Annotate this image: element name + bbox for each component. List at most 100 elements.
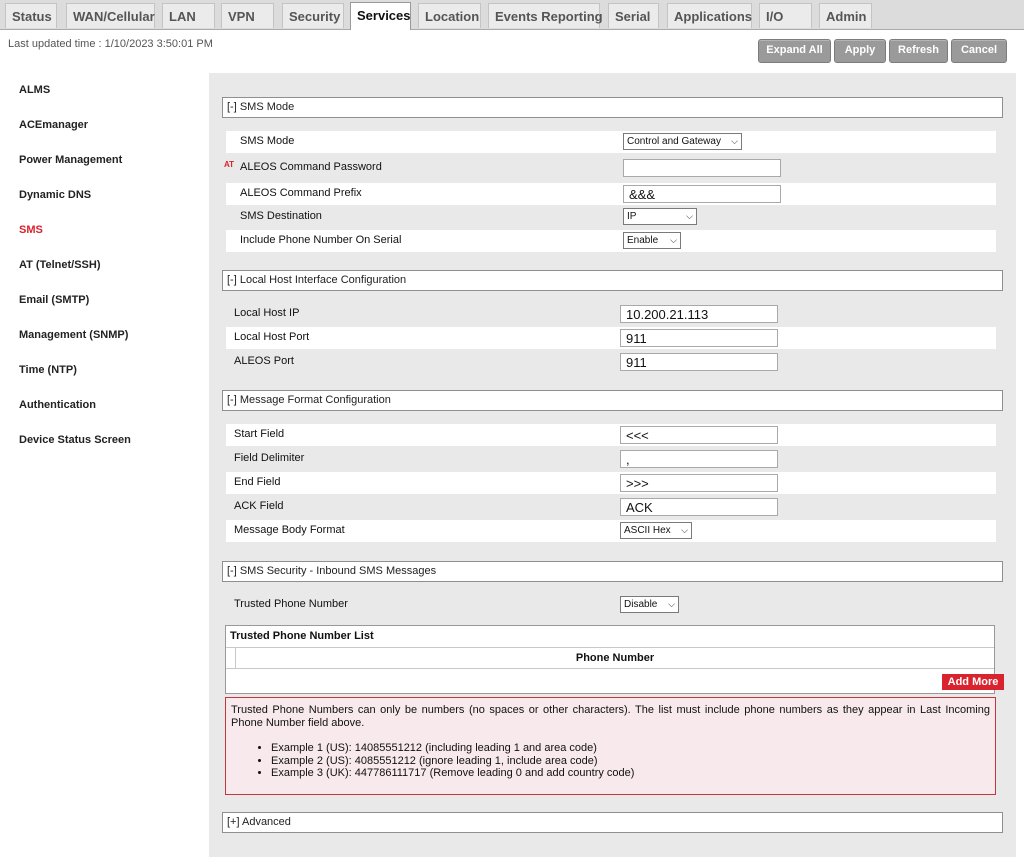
local-host-port-input[interactable] [620,329,778,347]
include-phone-number-select-value: Enable [627,235,659,246]
ack-field-label: ACK Field [234,500,284,512]
sidebar-item-management-snmp[interactable]: Management (SNMP) [9,318,209,353]
aleos-command-prefix-label: ALEOS Command Prefix [240,187,362,199]
aleos-command-password-label: ALEOS Command Password [240,161,382,173]
main-panel: [-] SMS Mode SMS Mode Control and Gatewa… [209,73,1016,857]
tab-wan-cellular[interactable]: WAN/Cellular [66,3,155,28]
tab-vpn[interactable]: VPN [221,3,274,28]
trusted-phone-number-list: Trusted Phone Number List Phone Number A… [225,625,1004,694]
tab-status[interactable]: Status [5,3,57,28]
trusted-phone-number-select-value: Disable [624,599,658,610]
sidebar: ALMS ACEmanager Power Management Dynamic… [9,73,209,458]
chevron-down-icon: ⌵ [670,235,677,245]
sidebar-item-at-telnet-ssh[interactable]: AT (Telnet/SSH) [9,248,209,283]
example-item: Example 3 (UK): 447786111717 (Remove lea… [271,767,990,780]
aleos-command-password-input[interactable] [623,159,781,177]
start-field-input[interactable] [620,426,778,444]
ack-field-input[interactable] [620,498,778,516]
top-nav-tabs: Status WAN/Cellular LAN VPN Security Ser… [0,0,1024,30]
local-host-ip-label: Local Host IP [234,307,300,319]
row-sms-mode: SMS Mode Control and Gateway ⌵ [226,131,996,153]
phone-number-column-header: Phone Number [575,652,655,664]
row-aleos-port: ALEOS Port [226,351,996,373]
chevron-down-icon: ⌵ [686,211,693,221]
row-trusted-phone-number: Trusted Phone Number Disable ⌵ [226,594,996,616]
section-header-sms-mode[interactable]: [-] SMS Mode [222,97,1003,118]
trusted-phone-number-select[interactable]: Disable ⌵ [620,596,679,613]
refresh-button[interactable]: Refresh [889,39,948,63]
field-delimiter-label: Field Delimiter [234,452,305,464]
sidebar-item-time-ntp[interactable]: Time (NTP) [9,353,209,388]
sms-mode-label: SMS Mode [240,135,295,147]
row-ack-field: ACK Field [226,496,996,518]
end-field-input[interactable] [620,474,778,492]
sidebar-item-power-management[interactable]: Power Management [9,143,209,178]
sms-destination-select-value: IP [627,211,637,222]
add-more-button[interactable]: Add More [942,674,1004,690]
sidebar-item-alms[interactable]: ALMS [9,73,209,108]
tab-events-reporting[interactable]: Events Reporting [488,3,603,28]
tab-services[interactable]: Services [350,2,411,30]
aleos-port-label: ALEOS Port [234,355,294,367]
tab-admin[interactable]: Admin [819,3,872,28]
row-sms-destination: SMS Destination IP ⌵ [226,206,996,228]
end-field-label: End Field [234,476,281,488]
trusted-list-title: Trusted Phone Number List [230,630,374,642]
sidebar-item-dynamic-dns[interactable]: Dynamic DNS [9,178,209,213]
tab-security[interactable]: Security [282,3,344,28]
sms-mode-select[interactable]: Control and Gateway ⌵ [623,133,742,150]
section-header-local-host[interactable]: [-] Local Host Interface Configuration [222,270,1003,291]
section-header-message-format[interactable]: [-] Message Format Configuration [222,390,1003,411]
tab-applications[interactable]: Applications [667,3,752,28]
local-host-ip-input[interactable] [620,305,778,323]
row-local-host-port: Local Host Port [226,327,996,349]
row-end-field: End Field [226,472,996,494]
sms-destination-select[interactable]: IP ⌵ [623,208,697,225]
trusted-list-select-column [226,648,236,668]
last-updated-time: Last updated time : 1/10/2023 3:50:01 PM [8,38,213,50]
sidebar-item-device-status-screen[interactable]: Device Status Screen [9,423,209,458]
tab-lan[interactable]: LAN [162,3,215,28]
message-body-format-select[interactable]: ASCII Hex ⌵ [620,522,692,539]
message-body-format-label: Message Body Format [234,524,345,536]
at-command-marker: AT [224,160,235,169]
expand-all-button[interactable]: Expand All [758,39,831,63]
sidebar-item-sms[interactable]: SMS [9,213,209,248]
trusted-numbers-info-note: Trusted Phone Numbers can only be number… [225,697,996,795]
tab-location[interactable]: Location [418,3,481,28]
sms-destination-label: SMS Destination [240,210,322,222]
apply-button[interactable]: Apply [834,39,886,63]
example-item: Example 2 (US): 4085551212 (ignore leadi… [271,755,990,768]
sidebar-item-email-smtp[interactable]: Email (SMTP) [9,283,209,318]
aleos-command-prefix-input[interactable] [623,185,781,203]
sidebar-item-authentication[interactable]: Authentication [9,388,209,423]
example-item: Example 1 (US): 14085551212 (including l… [271,742,990,755]
row-start-field: Start Field [226,424,996,446]
sidebar-item-acemanager[interactable]: ACEmanager [9,108,209,143]
include-phone-number-select[interactable]: Enable ⌵ [623,232,681,249]
sms-mode-select-value: Control and Gateway [627,136,721,147]
trusted-phone-number-label: Trusted Phone Number [234,598,348,610]
section-header-sms-security[interactable]: [-] SMS Security - Inbound SMS Messages [222,561,1003,582]
examples-list: Example 1 (US): 14085551212 (including l… [231,742,990,780]
message-body-format-select-value: ASCII Hex [624,525,671,536]
tab-io[interactable]: I/O [759,3,812,28]
info-note-text: Trusted Phone Numbers can only be number… [231,704,990,729]
row-aleos-command-prefix: ALEOS Command Prefix [226,183,996,205]
trusted-list-header-row: Phone Number [226,647,994,669]
chevron-down-icon: ⌵ [731,136,738,146]
local-host-port-label: Local Host Port [234,331,310,343]
include-phone-number-label: Include Phone Number On Serial [240,234,402,246]
row-message-body-format: Message Body Format ASCII Hex ⌵ [226,520,996,542]
aleos-port-input[interactable] [620,353,778,371]
start-field-label: Start Field [234,428,285,440]
cancel-button[interactable]: Cancel [951,39,1007,63]
chevron-down-icon: ⌵ [668,599,675,609]
row-field-delimiter: Field Delimiter [226,448,996,470]
field-delimiter-input[interactable] [620,450,778,468]
row-local-host-ip: Local Host IP [226,303,996,325]
section-header-advanced[interactable]: [+] Advanced [222,812,1003,833]
row-include-phone-number: Include Phone Number On Serial Enable ⌵ [226,230,996,252]
tab-serial[interactable]: Serial [608,3,659,28]
chevron-down-icon: ⌵ [681,525,688,535]
